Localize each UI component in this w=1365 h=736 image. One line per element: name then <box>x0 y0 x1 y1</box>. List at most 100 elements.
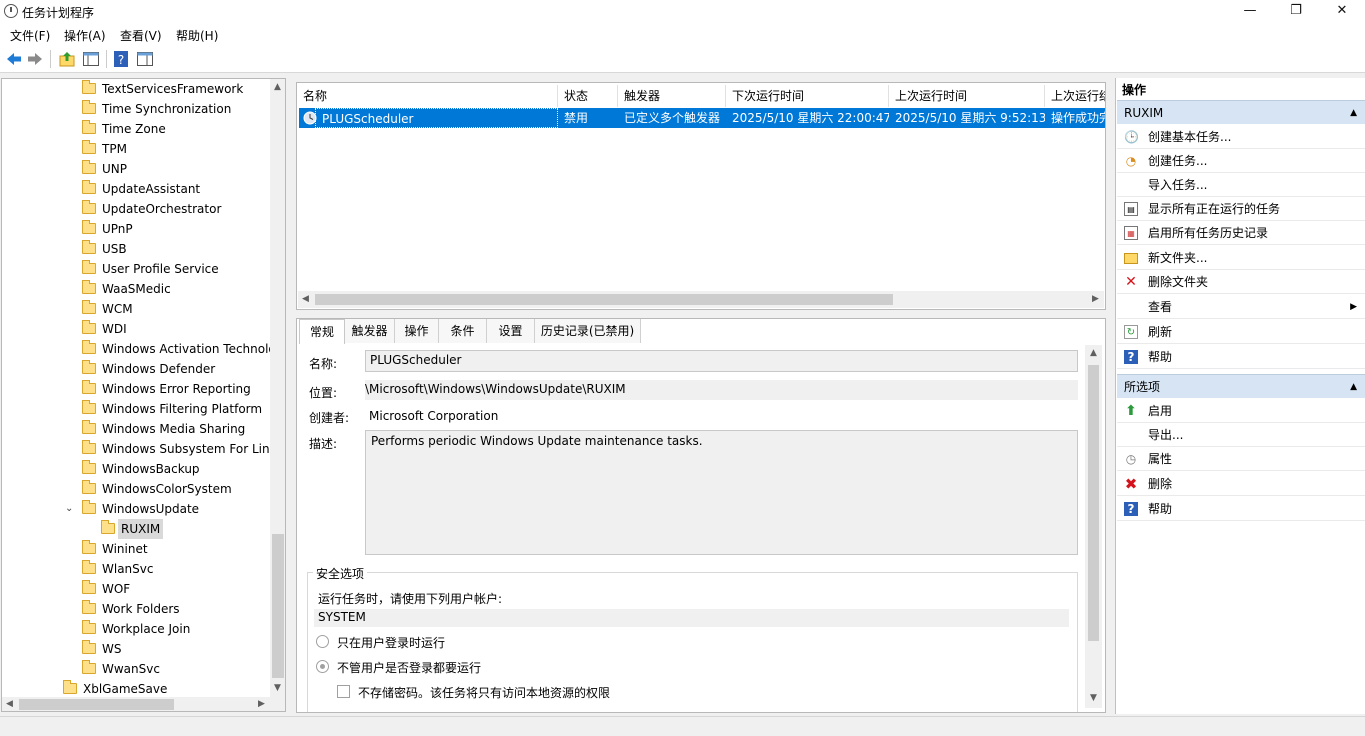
tree-item[interactable]: TPM <box>2 139 270 159</box>
tab-history[interactable]: 历史记录(已禁用) <box>535 319 641 343</box>
scroll-down-icon[interactable]: ▼ <box>1086 691 1101 706</box>
tree-item[interactable]: Windows Activation Technolo <box>2 339 276 359</box>
forward-arrow-icon[interactable] <box>26 50 44 68</box>
detail-scroll-thumb[interactable] <box>1088 365 1099 641</box>
tree-scroll-thumb[interactable] <box>272 534 284 678</box>
tree-item[interactable]: Wininet <box>2 539 270 559</box>
action-delete-folder[interactable]: ✕ 删除文件夹 <box>1117 270 1365 294</box>
action-enable[interactable]: ⬆ 启用 <box>1117 399 1365 423</box>
section-ruxim-header[interactable]: RUXIM ▲ <box>1117 100 1365 124</box>
help-icon[interactable]: ? <box>112 50 130 68</box>
tree-item[interactable]: WwanSvc <box>2 659 270 679</box>
menu-action[interactable]: 操作(A) <box>64 27 106 44</box>
tree-item[interactable]: WS <box>2 639 270 659</box>
scroll-right-icon[interactable]: ▶ <box>254 697 269 711</box>
task-list: 名称 状态 触发器 下次运行时间 上次运行时间 上次运行结 PLUGSchedu… <box>296 82 1106 310</box>
action-delete[interactable]: ✖ 删除 <box>1117 472 1365 496</box>
tree-item[interactable]: UpdateAssistant <box>2 179 270 199</box>
tree-item[interactable]: USB <box>2 239 270 259</box>
column-header-last-run[interactable]: 上次运行时间 <box>889 85 1045 107</box>
column-header-status[interactable]: 状态 <box>558 85 618 107</box>
action-help-selected[interactable]: ? 帮助 <box>1117 497 1365 521</box>
tree-item-label: WindowsColorSystem <box>102 482 232 496</box>
collapse-icon[interactable]: ▲ <box>1350 101 1357 125</box>
action-export[interactable]: 导出... <box>1117 423 1365 447</box>
tree-item[interactable]: Windows Filtering Platform <box>2 399 270 419</box>
tree-item[interactable]: UNP <box>2 159 270 179</box>
tree-item[interactable]: Time Zone <box>2 119 270 139</box>
no-password-checkbox[interactable] <box>337 685 350 698</box>
detail-vertical-scrollbar[interactable]: ▲ ▼ <box>1085 345 1102 708</box>
tree-item[interactable]: ⌄ WindowsUpdate <box>2 499 270 519</box>
action-new-folder[interactable]: 新文件夹... <box>1117 246 1365 270</box>
scroll-up-icon[interactable]: ▲ <box>1086 346 1101 361</box>
menu-file[interactable]: 文件(F) <box>10 27 50 44</box>
tree-item[interactable]: WindowsBackup <box>2 459 270 479</box>
table-row[interactable]: PLUGScheduler 禁用 已定义多个触发器 2025/5/10 星期六 … <box>299 108 1105 128</box>
action-create-basic-task[interactable]: 🕒 创建基本任务... <box>1117 125 1365 149</box>
column-header-name[interactable]: 名称 <box>297 85 558 107</box>
action-help[interactable]: ? 帮助 <box>1117 345 1365 369</box>
tab-actions[interactable]: 操作 <box>395 319 439 343</box>
tab-triggers[interactable]: 触发器 <box>345 319 395 343</box>
task-list-hscroll-thumb[interactable] <box>315 294 893 305</box>
tab-settings[interactable]: 设置 <box>487 319 535 343</box>
action-import-task[interactable]: 导入任务... <box>1117 173 1365 197</box>
tree-item[interactable]: Windows Defender <box>2 359 270 379</box>
tree-item[interactable]: TextServicesFramework <box>2 79 270 99</box>
tree-item[interactable]: WOF <box>2 579 270 599</box>
action-properties[interactable]: ◷ 属性 <box>1117 447 1365 471</box>
tree-item[interactable]: Windows Subsystem For Linu <box>2 439 277 459</box>
action-display-running-tasks[interactable]: ▤ 显示所有正在运行的任务 <box>1117 197 1365 221</box>
show-hide-action-pane-icon[interactable] <box>136 50 154 68</box>
task-list-horizontal-scrollbar[interactable]: ◀ ▶ <box>298 291 1104 308</box>
tree-item[interactable]: WDI <box>2 319 270 339</box>
menu-view[interactable]: 查看(V) <box>120 27 162 44</box>
tree-vertical-scrollbar[interactable]: ▲ ▼ <box>270 79 285 697</box>
tree-item[interactable]: Workplace Join <box>2 619 270 639</box>
show-hide-console-tree-icon[interactable] <box>82 50 100 68</box>
expand-collapse-icon[interactable]: ⌄ <box>65 499 73 519</box>
tree-item[interactable]: Work Folders <box>2 599 270 619</box>
minimize-button[interactable]: — <box>1227 0 1273 23</box>
tree-item[interactable]: XblGameSave <box>2 679 270 699</box>
tree-item[interactable]: Time Synchronization <box>2 99 270 119</box>
action-view[interactable]: 查看 ▶ <box>1117 295 1365 319</box>
back-arrow-icon[interactable] <box>5 50 23 68</box>
tab-conditions[interactable]: 条件 <box>439 319 487 343</box>
action-enable-history[interactable]: ▦ 启用所有任务历史记录 <box>1117 221 1365 245</box>
scroll-down-icon[interactable]: ▼ <box>270 681 285 696</box>
menu-help[interactable]: 帮助(H) <box>176 27 218 44</box>
tree-item[interactable]: RUXIM <box>2 519 270 539</box>
tree-hscroll-thumb[interactable] <box>19 699 174 710</box>
action-refresh[interactable]: ↻ 刷新 <box>1117 320 1365 344</box>
close-button[interactable]: ✕ <box>1319 0 1365 23</box>
scroll-right-icon[interactable]: ▶ <box>1088 292 1103 307</box>
tree-item[interactable]: Windows Error Reporting <box>2 379 270 399</box>
action-create-task[interactable]: ◔ 创建任务... <box>1117 149 1365 173</box>
tree-horizontal-scrollbar[interactable]: ◀ ▶ <box>2 697 285 711</box>
scroll-left-icon[interactable]: ◀ <box>298 292 313 307</box>
maximize-button[interactable]: ❐ <box>1273 0 1319 23</box>
description-field[interactable]: Performs periodic Windows Update mainten… <box>365 430 1078 555</box>
up-folder-icon[interactable] <box>58 50 76 68</box>
scroll-up-icon[interactable]: ▲ <box>270 80 285 95</box>
tree-item[interactable]: WCM <box>2 299 270 319</box>
tree-item[interactable]: UpdateOrchestrator <box>2 199 270 219</box>
tree-item[interactable]: UPnP <box>2 219 270 239</box>
tree-item[interactable]: WindowsColorSystem <box>2 479 270 499</box>
scroll-left-icon[interactable]: ◀ <box>2 697 17 711</box>
tree-item[interactable]: WaaSMedic <box>2 279 270 299</box>
column-header-last-result[interactable]: 上次运行结 <box>1045 85 1105 107</box>
radio-run-always[interactable] <box>316 660 329 673</box>
collapse-icon[interactable]: ▲ <box>1350 375 1357 399</box>
tab-general[interactable]: 常规 <box>299 319 345 344</box>
column-header-next-run[interactable]: 下次运行时间 <box>726 85 889 107</box>
column-header-trigger[interactable]: 触发器 <box>618 85 726 107</box>
tree-item[interactable]: WlanSvc <box>2 559 270 579</box>
section-selected-item-header[interactable]: 所选项 ▲ <box>1117 374 1365 398</box>
tree-item[interactable]: Windows Media Sharing <box>2 419 270 439</box>
tree-item[interactable]: User Profile Service <box>2 259 270 279</box>
name-field[interactable]: PLUGScheduler <box>365 350 1078 372</box>
radio-run-logged-on[interactable] <box>316 635 329 648</box>
